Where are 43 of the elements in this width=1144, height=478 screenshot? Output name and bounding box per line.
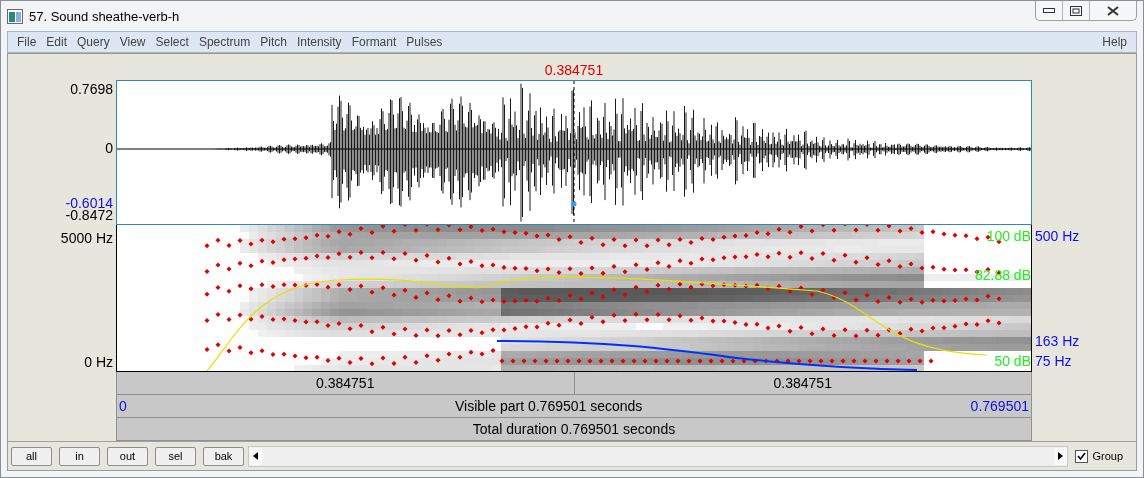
- axis-label: 0 Hz: [84, 354, 113, 370]
- menu-item[interactable]: Help: [1097, 35, 1132, 49]
- zoom-button[interactable]: bak: [203, 446, 244, 466]
- menu-item[interactable]: Formant: [346, 35, 402, 49]
- time-segment[interactable]: 0.384751: [574, 375, 1031, 391]
- axis-label: 5000 Hz: [60, 230, 113, 246]
- window-title: 57. Sound sheathe-verb-h: [29, 8, 180, 24]
- visible-end: 0.769501: [970, 398, 1029, 414]
- intensity-label: 50 dB: [994, 353, 1031, 369]
- close-icon: [1107, 5, 1119, 16]
- intensity-label: 100 dB: [986, 228, 1031, 244]
- scroll-right-icon[interactable]: [1054, 447, 1068, 465]
- app-icon: [7, 8, 23, 24]
- menu-item[interactable]: Query: [72, 35, 115, 49]
- menu-item[interactable]: Pitch: [255, 35, 292, 49]
- total-duration-label[interactable]: Total duration 0.769501 seconds: [472, 421, 676, 437]
- scroll-left-icon[interactable]: [249, 447, 262, 465]
- visible-part-label[interactable]: Visible part 0.769501 seconds: [455, 398, 643, 414]
- group-label: Group: [1092, 450, 1123, 462]
- axis-label: 0.7698: [70, 81, 113, 97]
- time-segment[interactable]: 0.384751: [117, 375, 574, 391]
- minimize-icon: [1043, 7, 1055, 14]
- visible-start: 0: [119, 398, 127, 414]
- maximize-icon: [1070, 5, 1082, 16]
- zoom-button[interactable]: all: [11, 446, 52, 466]
- zoom-button[interactable]: in: [59, 446, 100, 466]
- menu-item[interactable]: Select: [150, 35, 194, 49]
- cursor-time: 0.384751: [544, 62, 604, 78]
- pitch-label: 75 Hz: [1035, 353, 1072, 369]
- menu-item[interactable]: Pulses: [401, 35, 448, 49]
- zoom-button[interactable]: sel: [155, 446, 196, 466]
- group-checkbox[interactable]: [1075, 449, 1089, 463]
- scrollbar[interactable]: [248, 445, 1069, 467]
- menu-item[interactable]: Intensity: [291, 35, 347, 49]
- menu-item[interactable]: View: [114, 35, 151, 49]
- pitch-label: 500 Hz: [1035, 228, 1080, 244]
- axis-label: 0: [105, 140, 113, 156]
- intensity-label: 82.88 dB: [974, 267, 1031, 283]
- menu-item[interactable]: File: [12, 35, 42, 49]
- menu-item[interactable]: Spectrum: [193, 35, 256, 49]
- pitch-label: 163 Hz: [1035, 333, 1080, 349]
- zoom-button[interactable]: out: [107, 446, 148, 466]
- menu-item[interactable]: Edit: [41, 35, 73, 49]
